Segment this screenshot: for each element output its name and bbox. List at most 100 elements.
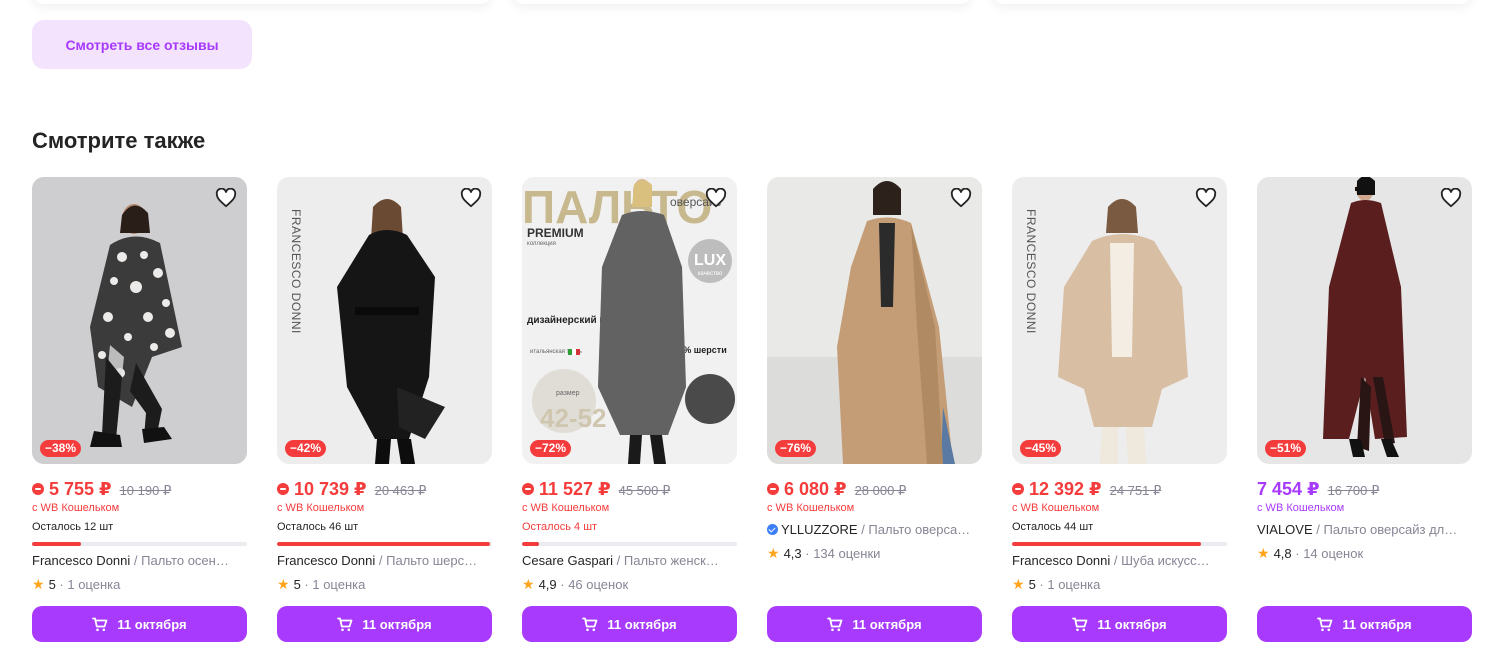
reviews-count: 1 оценка: [1047, 577, 1101, 592]
discount-badge: −42%: [285, 440, 327, 457]
product-card[interactable]: ПАЛЬТО оверсайз PREMIUM коллекция LUX ка…: [522, 177, 737, 647]
rating: ★ 5 · 1 оценка: [277, 576, 365, 593]
product-photo[interactable]: ПАЛЬТО оверсайз PREMIUM коллекция LUX ка…: [522, 177, 737, 464]
rating-value: 4,8: [1273, 546, 1292, 561]
wallet-discount-icon: [1012, 483, 1024, 495]
stock-left: Осталось 12 шт: [32, 521, 114, 533]
reviews-count: 46 оценок: [568, 577, 629, 592]
price: 10 739 ₽: [294, 479, 367, 499]
delivery-date: 11 октября: [852, 616, 922, 632]
product-name[interactable]: Francesco Donni / Пальто осен…: [32, 553, 247, 568]
product-image: FRANCESCO DONNI: [1012, 177, 1227, 464]
add-to-cart-button[interactable]: 11 октября: [1012, 606, 1227, 642]
name-separator: /: [1312, 522, 1324, 537]
product-image: [32, 177, 247, 464]
rating-dot: ·: [55, 577, 68, 592]
rating-value: 5: [1028, 577, 1036, 592]
delivery-date: 11 октября: [607, 616, 677, 632]
review-card: [992, 0, 1472, 4]
photo-size: 42-52: [540, 403, 607, 433]
add-to-cart-button[interactable]: 11 октября: [277, 606, 492, 642]
rating-value: 5: [48, 577, 56, 592]
rating: ★ 4,9 · 46 оценок: [522, 576, 628, 593]
cart-icon: [1072, 617, 1088, 631]
brand-name: Francesco Donni: [1012, 553, 1111, 568]
brand-name: YLLUZZORE: [781, 522, 858, 537]
cart-icon: [1317, 617, 1333, 631]
view-all-reviews-button[interactable]: Смотреть все отзывы: [32, 20, 252, 69]
add-to-cart-button[interactable]: 11 октября: [1257, 606, 1472, 642]
rating-value: 5: [293, 577, 301, 592]
photo-lux: LUX: [694, 252, 726, 269]
brand-name: VIALOVE: [1257, 522, 1313, 537]
add-to-cart-button[interactable]: 11 октября: [522, 606, 737, 642]
favorite-heart-icon[interactable]: [213, 185, 239, 211]
product-card[interactable]: −76% 6 080 ₽ 28 000 ₽ с WB Кошельком YLL…: [767, 177, 982, 647]
product-photo[interactable]: −38%: [32, 177, 247, 464]
star-icon: ★: [1257, 545, 1270, 561]
rating-value: 4,3: [783, 546, 802, 561]
delivery-date: 11 октября: [1342, 616, 1412, 632]
favorite-heart-icon[interactable]: [703, 185, 729, 211]
product-card[interactable]: FRANCESCO DONNI −45% 12 392 ₽ 24 751 ₽ с…: [1012, 177, 1227, 647]
price-row: 11 527 ₽ 45 500 ₽: [522, 479, 670, 499]
rating: ★ 5 · 1 оценка: [1012, 576, 1100, 593]
old-price: 28 000 ₽: [854, 483, 907, 498]
reviews-count: 14 оценок: [1303, 546, 1364, 561]
product-card[interactable]: −38% 5 755 ₽ 10 190 ₽ с WB Кошельком Ост…: [32, 177, 247, 647]
favorite-heart-icon[interactable]: [1438, 185, 1464, 211]
brand-name: Francesco Donni: [32, 553, 131, 568]
wallet-discount-icon: [767, 483, 779, 495]
product-photo[interactable]: FRANCESCO DONNI −45%: [1012, 177, 1227, 464]
product-card[interactable]: −51% 7 454 ₽ 16 700 ₽ с WB Кошельком VIA…: [1257, 177, 1472, 647]
price: 11 527 ₽: [539, 479, 611, 499]
star-icon: ★: [1012, 576, 1025, 592]
photo-brand-text: FRANCESCO DONNI: [289, 209, 303, 334]
price: 7 454 ₽: [1257, 479, 1320, 499]
product-card[interactable]: FRANCESCO DONNI −42% 10 739 ₽ 20 463 ₽ с…: [277, 177, 492, 647]
favorite-heart-icon[interactable]: [948, 185, 974, 211]
cart-icon: [337, 617, 353, 631]
wallet-note: с WB Кошельком: [1012, 502, 1100, 514]
product-photo[interactable]: −76%: [767, 177, 982, 464]
cart-icon: [582, 617, 598, 631]
brand-name: Cesare Gaspari: [522, 553, 614, 568]
product-name[interactable]: Francesco Donni / Пальто шерс…: [277, 553, 492, 568]
delivery-date: 11 октября: [362, 616, 432, 632]
product-name[interactable]: Cesare Gaspari / Пальто женск…: [522, 553, 737, 568]
photo-lux-sub: качество: [698, 271, 723, 277]
section-title: Смотрите также: [32, 128, 206, 153]
wallet-note: с WB Кошельком: [32, 502, 120, 514]
product-title: Пальто шерс…: [386, 553, 478, 568]
rating: ★ 5 · 1 оценка: [32, 576, 120, 593]
verified-seller-icon: [767, 524, 778, 535]
add-to-cart-button[interactable]: 11 октября: [32, 606, 247, 642]
reviews-count: 134 оценки: [813, 546, 881, 561]
favorite-heart-icon[interactable]: [1193, 185, 1219, 211]
reviews-count: 1 оценка: [312, 577, 366, 592]
discount-badge: −38%: [40, 440, 82, 457]
star-icon: ★: [522, 576, 535, 592]
wallet-note: с WB Кошельком: [522, 502, 610, 514]
product-name[interactable]: YLLUZZORE / Пальто оверса…: [767, 522, 982, 537]
stock-bar-fill: [522, 542, 540, 546]
delivery-date: 11 октября: [117, 616, 187, 632]
stock-bar: [1012, 542, 1227, 546]
product-image: FRANCESCO DONNI: [277, 177, 492, 464]
photo-brand-text: FRANCESCO DONNI: [1024, 209, 1038, 334]
favorite-heart-icon[interactable]: [458, 185, 484, 211]
product-carousel: −38% 5 755 ₽ 10 190 ₽ с WB Кошельком Ост…: [32, 177, 1472, 647]
product-photo[interactable]: FRANCESCO DONNI −42%: [277, 177, 492, 464]
add-to-cart-button[interactable]: 11 октября: [767, 606, 982, 642]
stock-bar: [32, 542, 247, 546]
product-photo[interactable]: −51%: [1257, 177, 1472, 464]
product-name[interactable]: VIALOVE / Пальто оверсайз дл…: [1257, 522, 1472, 537]
rating-dot: ·: [1291, 546, 1304, 561]
rating-value: 4,9: [538, 577, 557, 592]
cart-icon: [827, 617, 843, 631]
product-name[interactable]: Francesco Donni / Шуба искусс…: [1012, 553, 1227, 568]
wallet-note: с WB Кошельком: [767, 502, 855, 514]
discount-badge: −45%: [1020, 440, 1062, 457]
old-price: 20 463 ₽: [374, 483, 427, 498]
discount-badge: −51%: [1265, 440, 1307, 457]
